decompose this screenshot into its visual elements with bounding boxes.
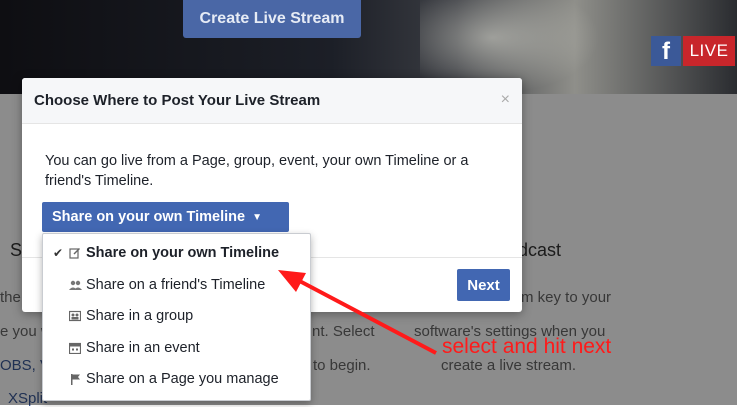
calendar-icon	[66, 342, 84, 354]
chevron-down-icon: ▼	[252, 211, 263, 223]
dialog-title: Choose Where to Post Your Live Stream	[34, 92, 321, 109]
flag-icon	[66, 373, 84, 385]
dialog-description: You can go live from a Page, group, even…	[45, 153, 469, 189]
menu-item-own-timeline[interactable]: ✔ Share on your own Timeline	[43, 238, 310, 268]
menu-item-label: Share in an event	[86, 340, 200, 356]
menu-item-page[interactable]: Share on a Page you manage	[43, 364, 310, 394]
annotation-text: select and hit next	[442, 335, 612, 358]
menu-item-label: Share on your own Timeline	[86, 245, 280, 261]
create-live-stream-button[interactable]: Create Live Stream	[183, 0, 361, 38]
menu-item-group[interactable]: Share in a group	[43, 301, 310, 331]
share-button-label: Share on your own Timeline	[52, 209, 246, 225]
group-icon	[66, 310, 84, 322]
menu-item-label: Share in a group	[86, 308, 194, 324]
facebook-logo-icon: f	[651, 36, 681, 66]
close-icon[interactable]: ×	[501, 91, 510, 109]
menu-item-label: Share on a Page you manage	[86, 371, 279, 387]
share-destination-dropdown-button[interactable]: Share on your own Timeline ▼	[42, 202, 289, 232]
menu-item-label: Share on a friend's Timeline	[86, 277, 266, 293]
share-destination-menu: ✔ Share on your own Timeline Share on a …	[42, 233, 311, 401]
next-button[interactable]: Next	[457, 269, 510, 301]
menu-item-event[interactable]: Share in an event	[43, 333, 310, 363]
friends-icon	[66, 280, 84, 291]
edit-icon	[66, 247, 84, 259]
checkmark-icon: ✔	[52, 246, 63, 260]
live-badge: LIVE	[683, 36, 735, 66]
dialog-header: Choose Where to Post Your Live Stream ×	[22, 78, 522, 124]
menu-item-friend-timeline[interactable]: Share on a friend's Timeline	[43, 270, 310, 300]
